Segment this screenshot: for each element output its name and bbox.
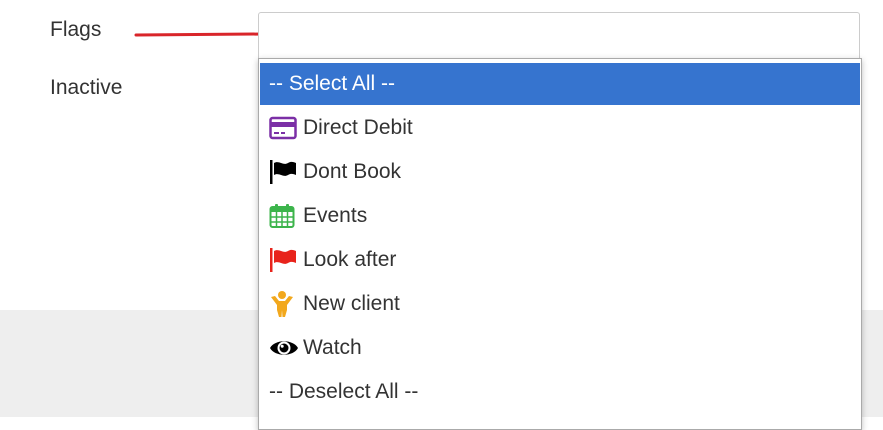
flags-label: Flags [50, 18, 102, 41]
option-look-after[interactable]: Look after [260, 239, 860, 281]
option-label: Watch [303, 336, 362, 359]
credit-card-icon [269, 113, 299, 143]
option-dont-book[interactable]: Dont Book [260, 151, 860, 193]
option-label: Look after [303, 248, 397, 271]
option-events[interactable]: Events [260, 195, 860, 237]
calendar-icon [269, 201, 299, 231]
option-label: Events [303, 204, 368, 227]
flags-dropdown: -- Select All -- Direct Debit Dont Book [258, 58, 862, 430]
option-new-client[interactable]: New client [260, 283, 860, 325]
eye-icon [269, 333, 299, 363]
flag-icon [269, 245, 299, 275]
option-direct-debit[interactable]: Direct Debit [260, 107, 860, 149]
select-all-option[interactable]: -- Select All -- [260, 63, 860, 105]
option-label: Direct Debit [303, 116, 413, 139]
select-all-label: -- Select All -- [269, 72, 396, 95]
deselect-all-option[interactable]: -- Deselect All -- [260, 371, 860, 413]
flags-select-input[interactable] [258, 12, 860, 58]
flag-icon [269, 157, 299, 187]
option-label: Dont Book [303, 160, 402, 183]
child-icon [269, 289, 299, 319]
option-label: New client [303, 292, 400, 315]
deselect-all-label: -- Deselect All -- [269, 380, 419, 403]
inactive-label: Inactive [50, 76, 123, 99]
option-watch[interactable]: Watch [260, 327, 860, 369]
